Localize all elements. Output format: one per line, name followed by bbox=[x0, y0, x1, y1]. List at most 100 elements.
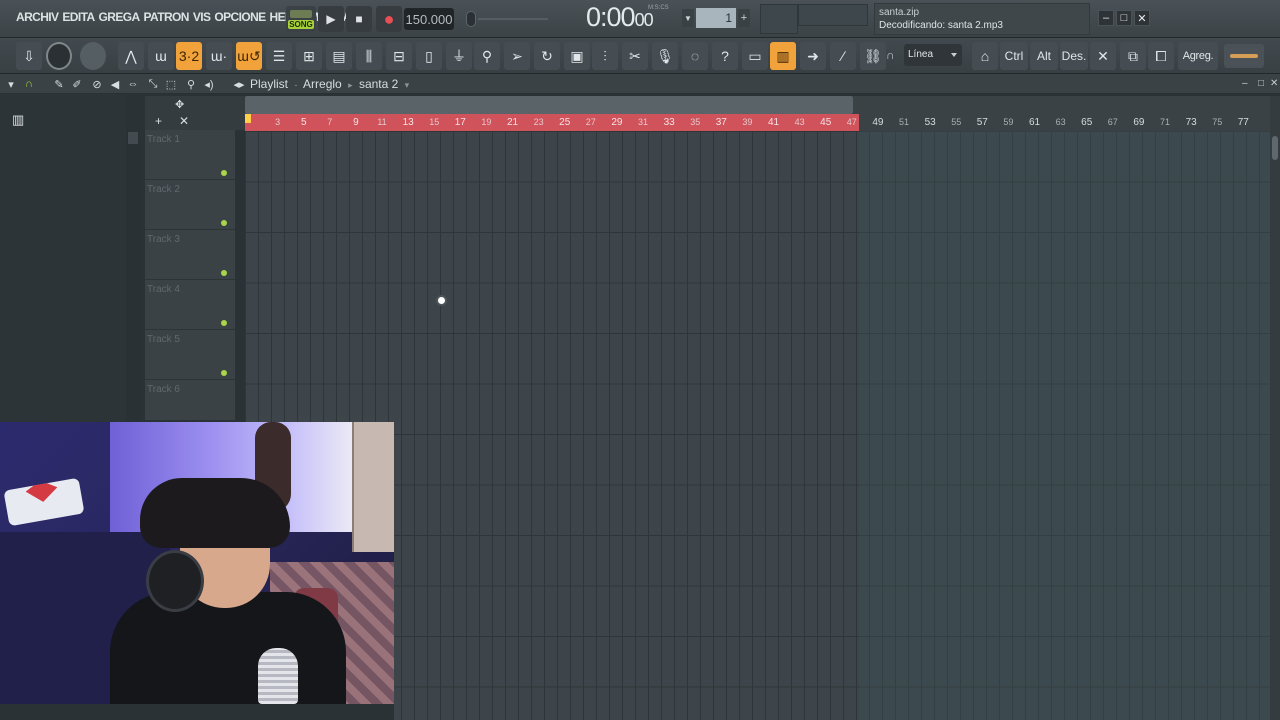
pattern-number[interactable]: 1 bbox=[696, 8, 736, 28]
wait-input-tool[interactable]: ɯ bbox=[148, 42, 174, 70]
playlist-tool[interactable]: ⊞ bbox=[296, 42, 322, 70]
menu-patron[interactable]: PATRON bbox=[142, 10, 191, 24]
piano-icon[interactable]: ▥ bbox=[12, 112, 24, 128]
record-audio-tool[interactable]: 🎙 bbox=[652, 42, 678, 70]
slice-icon[interactable]: ⤡ bbox=[146, 77, 160, 91]
song-mode-toggle[interactable]: SONG bbox=[286, 6, 316, 32]
export-tool[interactable]: ➢ bbox=[504, 42, 530, 70]
master-volume-knob[interactable] bbox=[46, 42, 72, 70]
nav-arrows-icon[interactable]: ◂▸ bbox=[232, 77, 246, 91]
tempo-display[interactable]: 150.000 bbox=[404, 8, 454, 30]
scroll-thumb[interactable] bbox=[1272, 136, 1278, 160]
playlist-close[interactable]: ✕ bbox=[1270, 78, 1278, 89]
playlist-vertical-scrollbar[interactable] bbox=[1270, 96, 1280, 720]
channel-rack-tool[interactable]: ⊟ bbox=[386, 42, 412, 70]
menu-agregar[interactable]: GREGA bbox=[97, 10, 142, 24]
menu-vista[interactable]: VIS bbox=[191, 10, 213, 24]
delete-tool[interactable]: ✕ bbox=[1090, 42, 1116, 70]
master-pitch-knob[interactable] bbox=[466, 11, 476, 27]
snap-select[interactable]: Línea bbox=[904, 44, 962, 66]
add-pattern-button[interactable]: + bbox=[738, 9, 750, 27]
zoom-icon[interactable]: ⚲ bbox=[184, 77, 198, 91]
close-button[interactable]: ✕ bbox=[1134, 10, 1150, 26]
speaker-icon[interactable]: ◂) bbox=[202, 77, 216, 91]
track-enable-led[interactable] bbox=[221, 220, 227, 226]
magnet-icon[interactable]: ∩ bbox=[22, 77, 36, 91]
track-row[interactable]: Track 4 bbox=[145, 280, 235, 330]
alt-button[interactable]: Alt bbox=[1030, 42, 1058, 70]
chat-icon: ◌ bbox=[690, 48, 700, 64]
menu-editar[interactable]: EDITA bbox=[60, 10, 96, 24]
pattern-dropdown[interactable]: ▼ bbox=[682, 9, 694, 27]
chevron-down-icon[interactable]: ▾ bbox=[4, 77, 18, 91]
save-project-tool[interactable]: ▣ bbox=[564, 42, 590, 70]
track-row[interactable]: Track 3 bbox=[145, 230, 235, 280]
track-row[interactable]: Track 5 bbox=[145, 330, 235, 380]
add-button[interactable]: Agreg. bbox=[1178, 42, 1218, 70]
track-row[interactable]: Track 2 bbox=[145, 180, 235, 230]
save-tool[interactable]: ⇩ bbox=[16, 42, 42, 70]
draw-tool[interactable]: ∕ bbox=[830, 42, 856, 70]
horizontal-scrollbar[interactable] bbox=[245, 96, 853, 114]
paste-tool[interactable]: ⧠ bbox=[1148, 42, 1174, 70]
playlist-minimize[interactable]: – bbox=[1242, 78, 1248, 89]
delete-icon[interactable]: ⊘ bbox=[90, 77, 104, 91]
playlist-grid[interactable] bbox=[245, 131, 1280, 720]
song-start-marker[interactable] bbox=[245, 114, 251, 123]
arrangement-label[interactable]: Arreglo bbox=[303, 77, 342, 91]
blend-notes-tool[interactable]: ☰ bbox=[266, 42, 292, 70]
window-tool[interactable]: ▭ bbox=[742, 42, 768, 70]
track-enable-led[interactable] bbox=[221, 370, 227, 376]
menu-opciones[interactable]: OPCIONE bbox=[212, 10, 267, 24]
track-scrollbar[interactable] bbox=[126, 130, 140, 430]
zoom-move-icon[interactable]: ✥ bbox=[175, 98, 184, 111]
track-enable-led[interactable] bbox=[221, 270, 227, 276]
horizontal-scrollbar-track[interactable] bbox=[853, 96, 1280, 114]
record-button[interactable]: ● bbox=[376, 6, 402, 32]
metronome-tool[interactable]: ⋀ bbox=[118, 42, 144, 70]
minimize-button[interactable]: – bbox=[1098, 10, 1114, 26]
playlist-maximize[interactable]: □ bbox=[1258, 78, 1264, 89]
pencil-icon: ∕ bbox=[841, 48, 845, 64]
cut-tool[interactable]: ✂ bbox=[622, 42, 648, 70]
track-enable-led[interactable] bbox=[221, 320, 227, 326]
stop-button[interactable]: ■ bbox=[346, 6, 372, 32]
slip-icon[interactable]: ⇔ bbox=[126, 77, 140, 91]
pattern-label[interactable]: santa 2 bbox=[359, 77, 398, 91]
tempo-tap-tool[interactable]: ⚲ bbox=[474, 42, 500, 70]
add-track-icon[interactable]: + bbox=[155, 114, 162, 128]
plugin-tool[interactable]: ⏚ bbox=[446, 42, 472, 70]
select-icon[interactable]: ⬚ bbox=[164, 77, 178, 91]
step-edit-tool[interactable]: ɯ· bbox=[206, 42, 232, 70]
mixer-tool[interactable]: ⫼ bbox=[356, 42, 382, 70]
typing-keyboard-tool[interactable]: ▥ bbox=[770, 42, 796, 70]
link-tool[interactable]: ⛓ bbox=[860, 42, 886, 70]
deselect-button[interactable]: Des. bbox=[1060, 42, 1088, 70]
loop-region[interactable] bbox=[245, 114, 859, 131]
scroll-thumb[interactable] bbox=[128, 132, 138, 144]
chat-tool[interactable]: ◌ bbox=[682, 42, 708, 70]
piano-roll-tool[interactable]: ▤ bbox=[326, 42, 352, 70]
close-icon[interactable]: ✕ bbox=[179, 114, 189, 128]
ctrl-button[interactable]: Ctrl bbox=[1000, 42, 1028, 70]
help-tool[interactable]: ? bbox=[712, 42, 738, 70]
menu-archivo[interactable]: ARCHIV bbox=[14, 10, 60, 24]
timeline-ruler[interactable]: 3 5 7 9 11 13 15 17 19 21 23 25 27 29 31 33 35 37 39 41 43 45… bbox=[245, 114, 1280, 131]
track-enable-led[interactable] bbox=[221, 170, 227, 176]
arrow-tool[interactable]: ➜ bbox=[800, 42, 826, 70]
browser-tool[interactable]: ▯ bbox=[416, 42, 442, 70]
countdown-tool[interactable]: 3·2 bbox=[176, 42, 202, 70]
copy-tool[interactable]: ⧉ bbox=[1120, 42, 1146, 70]
mixer-view-tool[interactable]: ⫶ bbox=[592, 42, 618, 70]
hat-tool[interactable]: ⌂ bbox=[972, 42, 998, 70]
undo-tool[interactable]: ↻ bbox=[534, 42, 560, 70]
play-button[interactable]: ▶ bbox=[318, 6, 344, 32]
loop-record-tool[interactable]: ɯ↺ bbox=[236, 42, 262, 70]
maximize-button[interactable]: □ bbox=[1116, 10, 1132, 26]
ruler-tick-71: 71 bbox=[1160, 117, 1171, 127]
track-row[interactable]: Track 1 bbox=[145, 130, 235, 180]
master-pitch-dial[interactable] bbox=[80, 42, 106, 70]
pencil-icon[interactable]: ✎ bbox=[52, 77, 66, 91]
mute-icon[interactable]: ◀ bbox=[108, 77, 122, 91]
paint-icon[interactable]: ✐ bbox=[70, 77, 84, 91]
